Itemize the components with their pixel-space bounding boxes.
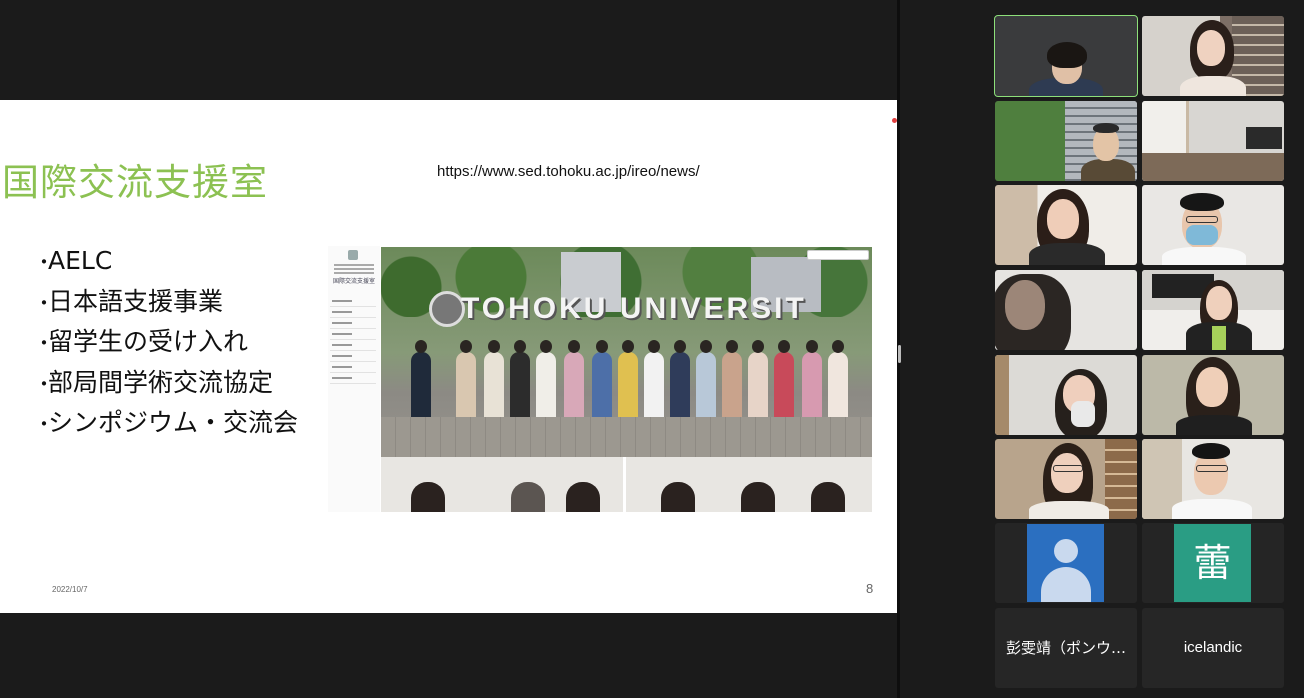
participant-video-tile[interactable] — [995, 101, 1137, 181]
participant-video-tile[interactable] — [1142, 101, 1284, 181]
website-search-box — [807, 250, 869, 260]
bullet-item: 留学生の受け入れ — [34, 325, 298, 366]
participant-avatar-tile[interactable]: 蕾 — [1142, 523, 1284, 603]
embedded-website-screenshot: 国際交流支援室 TOHOKU UNIVERSIT — [328, 246, 874, 512]
university-emblem-icon — [429, 291, 465, 327]
bullet-item: 日本語支援事業 — [34, 285, 298, 326]
participant-video-tile[interactable] — [995, 439, 1137, 519]
participant-video-tile[interactable] — [1142, 270, 1284, 350]
participant-video-tile[interactable] — [995, 185, 1137, 265]
participant-video-tile[interactable] — [1142, 355, 1284, 435]
website-sidebar-title: 国際交流支援室 — [333, 278, 376, 285]
participant-video-tile[interactable] — [1142, 16, 1284, 96]
website-sidebar: 国際交流支援室 — [328, 246, 380, 512]
website-nav-list — [330, 298, 376, 386]
slide-url: https://www.sed.tohoku.ac.jp/ireo/news/ — [437, 163, 700, 180]
resize-handle[interactable] — [898, 345, 901, 363]
participant-name: icelandic — [1183, 639, 1243, 656]
slide-title: 国際交流支援室 — [2, 161, 268, 204]
slide-bullet-list: AELC 日本語支援事業 留学生の受け入れ 部局間学術交流協定 シンポジウム・交… — [34, 244, 298, 447]
participant-video-tile[interactable] — [995, 355, 1137, 435]
user-avatar-icon — [1027, 524, 1104, 602]
bullet-item: シンポジウム・交流会 — [34, 406, 298, 447]
campus-group-photo: TOHOKU UNIVERSIT — [381, 247, 872, 512]
bullet-item: 部局間学術交流協定 — [34, 366, 298, 407]
group-of-people — [406, 340, 848, 422]
participant-name-tile[interactable]: icelandic — [1142, 608, 1284, 688]
participant-video-tile-active-speaker[interactable] — [994, 15, 1138, 97]
university-logo-icon — [348, 250, 358, 260]
participant-avatar-tile[interactable] — [995, 523, 1137, 603]
avatar-initial: 蕾 — [1174, 524, 1251, 602]
participant-video-tile[interactable] — [1142, 439, 1284, 519]
slide-date: 2022/10/7 — [52, 585, 88, 594]
bullet-item: AELC — [34, 244, 298, 285]
slide-page-number: 8 — [866, 581, 874, 596]
sidebar-text-lines — [334, 262, 374, 276]
participant-video-tile[interactable] — [995, 270, 1137, 350]
participant-name: 彭雯靖（ポンウ… — [1005, 639, 1126, 657]
university-sign: TOHOKU UNIVERSIT — [461, 292, 807, 325]
participant-name-tile[interactable]: 彭雯靖（ポンウ… — [995, 608, 1137, 688]
participant-video-tile[interactable] — [1142, 185, 1284, 265]
